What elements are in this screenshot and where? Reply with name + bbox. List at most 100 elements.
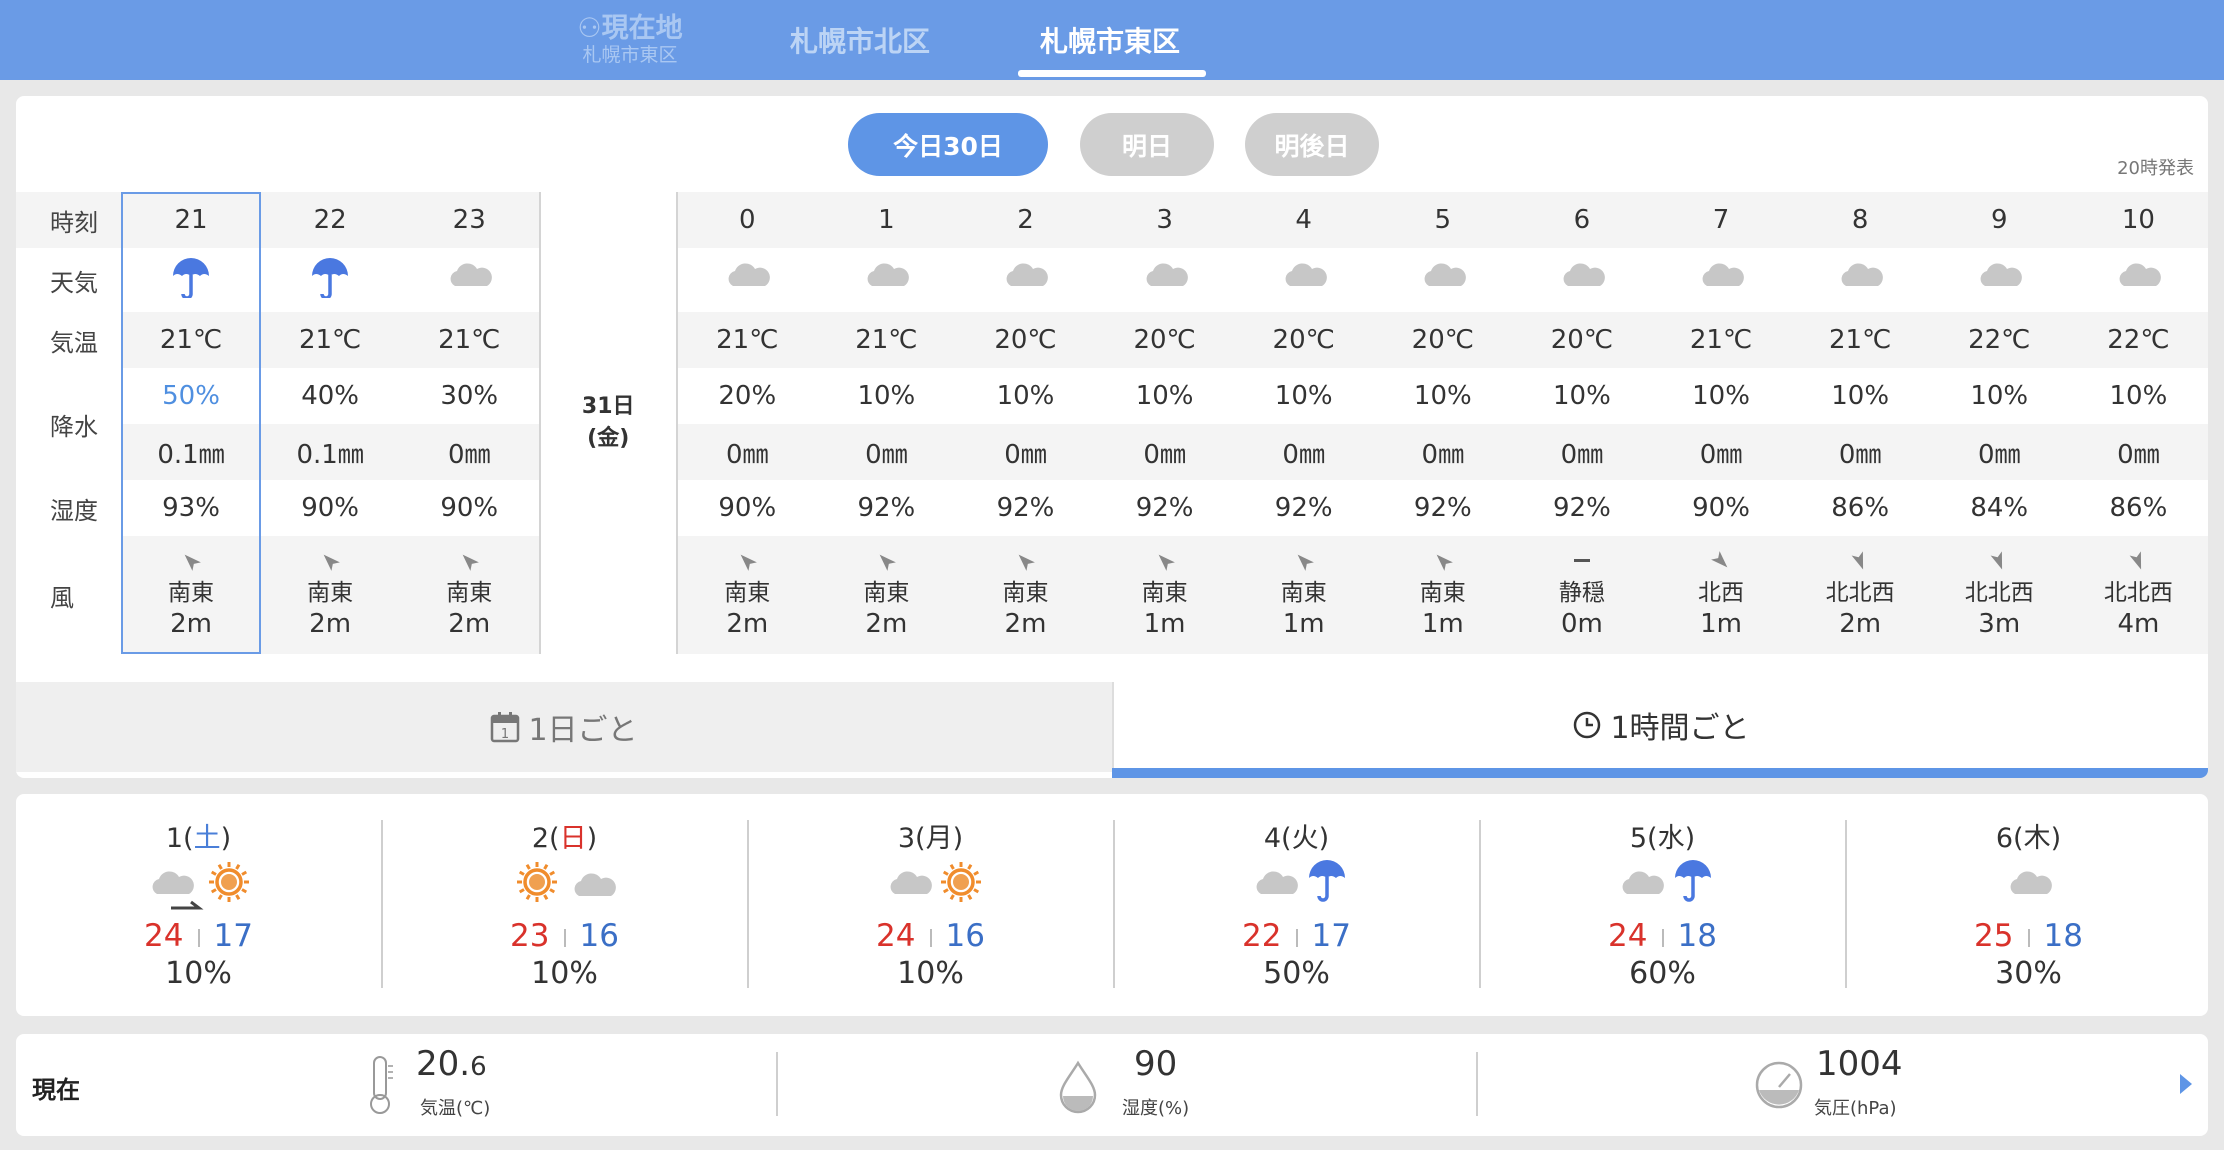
wind-cell: 南東 1m	[1373, 536, 1513, 654]
weather-cell	[400, 248, 539, 312]
precip-cell: 0㎜	[677, 424, 817, 480]
humidity-cell: 90%	[301, 493, 360, 523]
day-tab-day-after[interactable]: 明後日	[1245, 113, 1379, 176]
wind-cell: 静穏 0m	[1512, 536, 1652, 654]
weekly-pop: 30%	[1995, 956, 2062, 991]
row-label-precip: 降水	[50, 412, 98, 441]
wind-speed: 1m	[1700, 609, 1742, 639]
wind-speed: 1m	[1421, 609, 1464, 639]
tab-hourly[interactable]: 1時間ごと	[1112, 682, 2208, 768]
weekly-date: 2(日)	[531, 823, 598, 854]
hour-cell: 9	[1929, 192, 2069, 248]
wind-cell: 北北西 2m	[1790, 536, 1930, 654]
wind-arrow-icon	[1990, 551, 2003, 570]
weekly-pop: 10%	[165, 956, 232, 991]
tab-daily[interactable]: 1 1日ごと	[16, 682, 1112, 772]
wind-direction: 北北西	[1825, 580, 1895, 606]
humidity-cell: 92%	[1553, 493, 1611, 523]
tab-hourly-label: 1時間ごと	[1610, 711, 1750, 746]
cloud-icon	[2010, 871, 2052, 894]
clock-icon	[1574, 711, 1601, 739]
row-label-humidity: 湿度	[50, 496, 98, 525]
wind-cell: 北北西 4m	[2068, 536, 2208, 654]
weekly-day[interactable]: 1(土) 24 17 10%	[16, 794, 381, 1016]
weekly-pop: 10%	[897, 956, 964, 991]
weather-cell	[1095, 248, 1234, 312]
wind-cell: 南東 1m	[1095, 536, 1235, 654]
temp-cell: 21℃	[121, 312, 261, 368]
weekly-date: 6(木)	[1995, 823, 2062, 854]
current-humidity-label: 湿度(%)	[1122, 1098, 1190, 1119]
pop-cell: 10%	[2109, 381, 2168, 411]
wind-direction: 北西	[1698, 580, 1745, 606]
weekly-date: 3(月)	[897, 823, 964, 854]
humidity-cell: 92%	[1135, 493, 1194, 523]
low-temp: 16	[579, 918, 619, 954]
weekly-day[interactable]: 2(日) 23 16 10%	[382, 794, 747, 1016]
wind-arrow-icon	[323, 554, 341, 571]
weekly-day[interactable]: 6(木) 25 18 30%	[1846, 794, 2211, 1016]
current-label: 現在	[32, 1076, 80, 1104]
cloud-icon	[1007, 262, 1049, 286]
wind-direction: 南東	[1002, 580, 1049, 606]
day-tab-tomorrow[interactable]: 明日	[1080, 113, 1214, 176]
day-tab-today[interactable]: 今日30日	[848, 113, 1048, 176]
wind-cell: 南東 2m	[816, 536, 956, 654]
wind-cell: 南東 2m	[677, 536, 817, 654]
hour-cell: 5	[1373, 192, 1513, 248]
location-header: ⚇現在地 札幌市東区 札幌市北区 札幌市東区	[0, 0, 2224, 80]
pop-cell: 10%	[1692, 381, 1750, 411]
cloud-icon	[2119, 262, 2162, 286]
current-location-tab[interactable]: ⚇現在地 札幌市東区	[565, 0, 695, 80]
tab-kita-ku[interactable]: 札幌市北区	[770, 0, 950, 80]
row-label-weather: 天気	[50, 268, 98, 297]
calm-dash-icon	[1573, 559, 1590, 562]
humidity-cell: 92%	[857, 493, 916, 523]
cloud-sun-icon	[890, 862, 981, 902]
cloud-rain-icon	[1256, 860, 1345, 902]
weekly-day[interactable]: 4(火) 22 17 50%	[1114, 794, 1479, 1016]
tab-higashi-ku[interactable]: 札幌市東区	[1015, 0, 1205, 80]
weekly-day[interactable]: 5(水) 24 18 60%	[1480, 794, 1845, 1016]
temp-cell: 21℃	[816, 312, 956, 368]
current-pressure: 1004	[1816, 1044, 1903, 1084]
wind-arrow-icon	[740, 554, 758, 571]
temp-cell: 21℃	[677, 312, 817, 368]
weekly-divider	[1113, 820, 1115, 988]
temp-cell: 21℃	[1790, 312, 1930, 368]
precip-cell: 0㎜	[816, 424, 956, 480]
high-temp: 23	[510, 918, 550, 954]
weather-cell	[1791, 248, 1930, 312]
weather-cell	[1512, 248, 1651, 312]
weekly-temps: 23 16	[382, 918, 747, 954]
humidity-cell: 84%	[1970, 493, 2029, 523]
temp-cell: 21℃	[399, 312, 539, 368]
precip-cell: 0㎜	[2068, 424, 2208, 480]
date-separator-day: 31日	[581, 394, 635, 419]
wind-arrow-icon	[184, 554, 201, 571]
wind-arrow-icon	[2130, 551, 2142, 570]
weekly-temps: 24 17	[16, 918, 381, 954]
hour-cell: 7	[1651, 192, 1791, 248]
wind-arrow-icon	[1711, 551, 1728, 568]
weather-cell	[1651, 248, 1790, 312]
precip-cell: 0㎜	[1929, 424, 2069, 480]
cloud-icon	[1702, 262, 1744, 286]
wind-arrow-icon	[1297, 554, 1314, 571]
hour-cell: 22	[260, 192, 400, 248]
hour-cell: 8	[1790, 192, 1930, 248]
wind-direction: 静穏	[1558, 580, 1605, 606]
temp-cell: 20℃	[1095, 312, 1235, 368]
wind-arrow-icon	[879, 554, 897, 571]
wind-speed: 2m	[865, 609, 908, 639]
wind-speed: 0m	[1560, 609, 1603, 639]
next-arrow-icon[interactable]	[2180, 1074, 2192, 1094]
mode-tabbar: 1 1日ごと 1時間ごと	[16, 682, 2208, 778]
temp-cell: 22℃	[1929, 312, 2069, 368]
weekly-day[interactable]: 3(月) 24 16 10%	[748, 794, 1113, 1016]
low-temp: 17	[213, 918, 253, 954]
temp-cell: 20℃	[1234, 312, 1374, 368]
svg-text:1: 1	[501, 727, 509, 742]
pop-cell: 10%	[1413, 381, 1472, 411]
cloud-icon	[728, 262, 771, 286]
